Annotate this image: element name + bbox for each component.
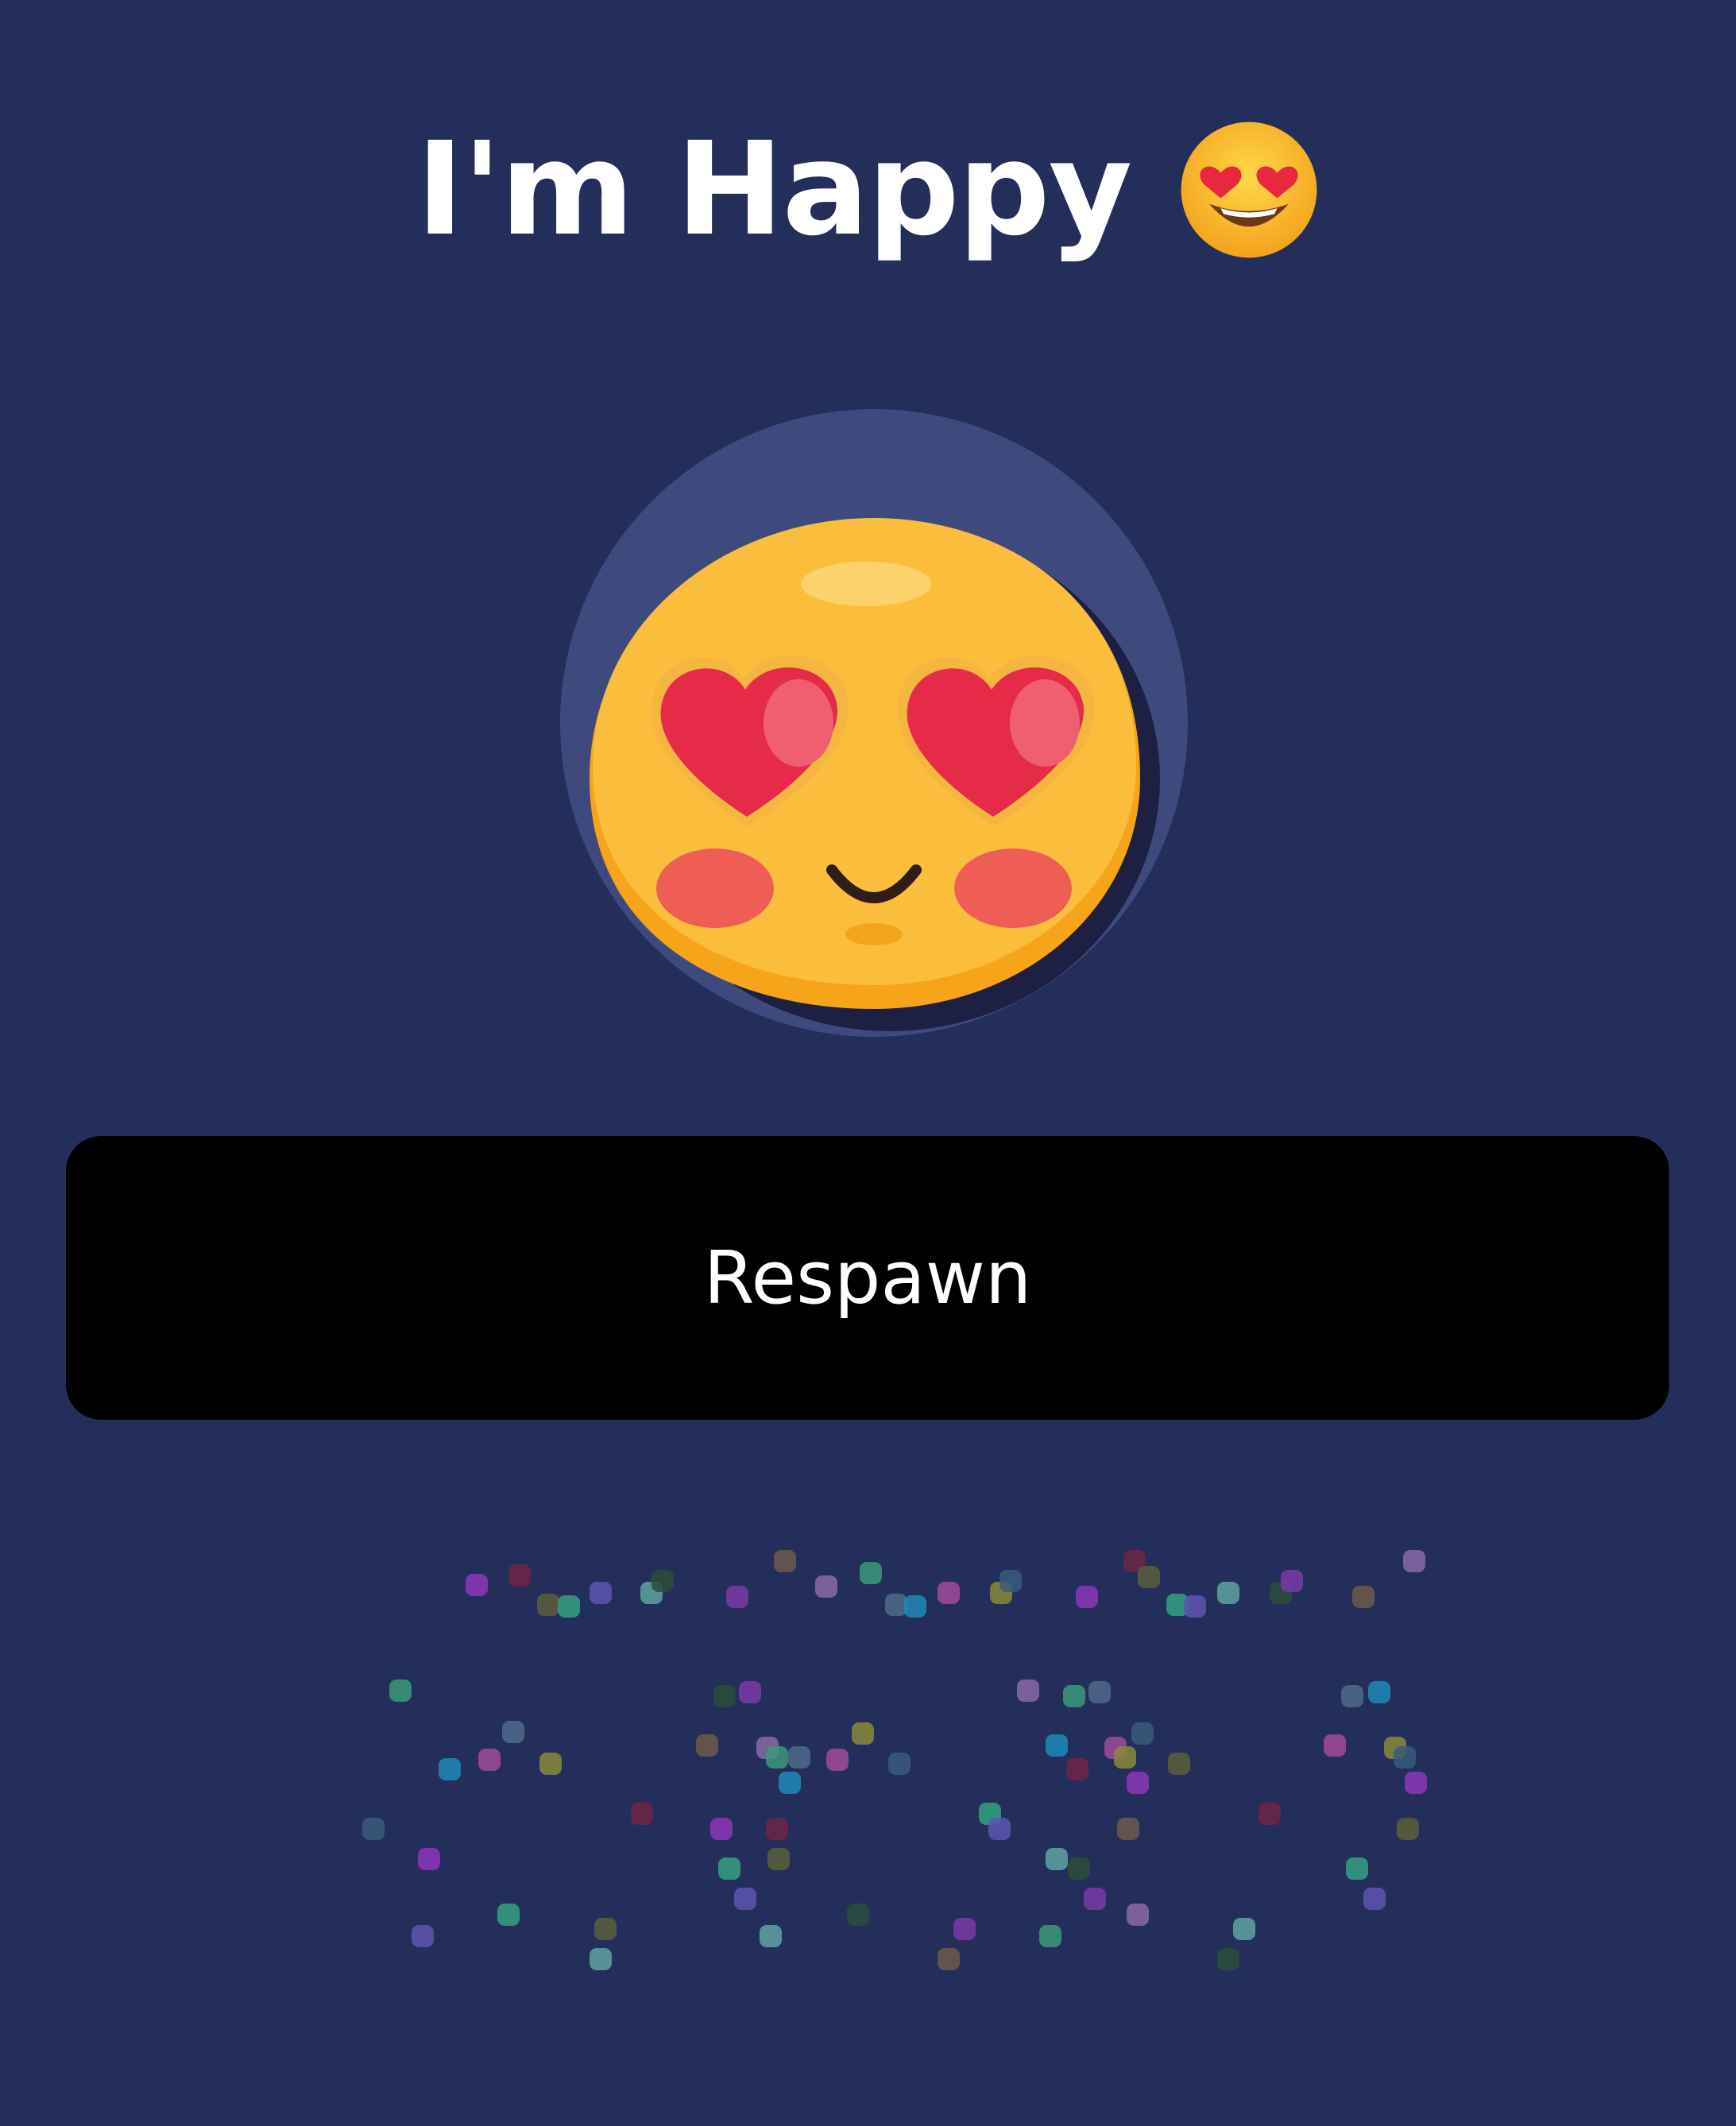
confetti-dot (999, 1570, 1022, 1592)
confetti-dot (1217, 1582, 1239, 1604)
confetti-dot (1394, 1746, 1416, 1768)
confetti-dot (418, 1848, 440, 1870)
confetti-dot (734, 1888, 756, 1910)
confetti-dot (1063, 1685, 1085, 1707)
confetti-dot (938, 1948, 960, 1970)
confetti-dot (1324, 1734, 1346, 1757)
confetti-dot (1076, 1586, 1098, 1608)
confetti-particles (0, 0, 1736, 2122)
confetti-dot (497, 1904, 520, 1926)
confetti-dot (1127, 1772, 1149, 1794)
confetti-dot (1088, 1681, 1111, 1703)
confetti-dot (1046, 1848, 1068, 1870)
confetti-dot (1405, 1772, 1427, 1794)
confetti-dot (558, 1595, 580, 1618)
confetti-dot (1368, 1681, 1390, 1703)
confetti-dot (1084, 1888, 1106, 1910)
confetti-dot (537, 1594, 559, 1616)
confetti-dot (696, 1734, 718, 1757)
confetti-dot (885, 1594, 907, 1616)
confetti-dot (508, 1564, 531, 1587)
confetti-dot (651, 1570, 674, 1592)
confetti-dot (726, 1586, 748, 1608)
confetti-dot (594, 1918, 617, 1940)
confetti-dot (718, 1857, 740, 1880)
confetti-dot (502, 1721, 524, 1743)
confetti-dot (760, 1925, 782, 1947)
confetti-dot (815, 1575, 837, 1598)
confetti-dot (788, 1746, 810, 1768)
confetti-dot (1281, 1570, 1303, 1592)
confetti-dot (938, 1582, 960, 1604)
confetti-dot (1403, 1550, 1425, 1572)
confetti-dot (904, 1595, 926, 1618)
confetti-dot (412, 1925, 434, 1947)
confetti-dot (1168, 1753, 1190, 1775)
confetti-dot (767, 1848, 790, 1870)
confetti-dot (1233, 1918, 1255, 1940)
confetti-dot (1346, 1857, 1368, 1880)
confetti-dot (1184, 1595, 1206, 1618)
confetti-dot (1039, 1925, 1061, 1947)
confetti-dot (779, 1772, 801, 1794)
confetti-dot (1131, 1722, 1154, 1745)
confetti-dot (478, 1749, 501, 1771)
confetti-dot (1217, 1948, 1239, 1970)
confetti-dot (389, 1680, 412, 1702)
confetti-dot (766, 1818, 788, 1840)
confetti-dot (1114, 1746, 1136, 1768)
confetti-dot (766, 1746, 788, 1768)
confetti-dot (953, 1918, 976, 1940)
confetti-dot (1259, 1803, 1281, 1825)
confetti-dot (1138, 1566, 1160, 1588)
confetti-dot (466, 1574, 488, 1596)
confetti-dot (860, 1562, 882, 1584)
confetti-dot (1068, 1857, 1090, 1880)
confetti-dot (1341, 1685, 1363, 1707)
confetti-dot (539, 1753, 562, 1775)
confetti-dot (710, 1818, 733, 1840)
confetti-dot (988, 1818, 1011, 1840)
confetti-dot (1046, 1734, 1068, 1757)
confetti-dot (774, 1550, 796, 1572)
confetti-dot (1397, 1818, 1419, 1840)
confetti-dot (852, 1722, 874, 1745)
confetti-dot (1127, 1904, 1149, 1926)
confetti-dot (1117, 1818, 1139, 1840)
confetti-dot (1066, 1758, 1088, 1780)
confetti-dot (1017, 1680, 1039, 1702)
confetti-dot (739, 1681, 761, 1703)
confetti-dot (1352, 1586, 1374, 1608)
confetti-dot (439, 1758, 461, 1780)
confetti-dot (631, 1803, 653, 1825)
confetti-dot (713, 1685, 736, 1707)
confetti-dot (1363, 1888, 1386, 1910)
confetti-dot (847, 1904, 869, 1926)
confetti-dot (888, 1753, 911, 1775)
confetti-dot (590, 1582, 612, 1604)
confetti-dot (590, 1948, 612, 1970)
confetti-dot (362, 1818, 385, 1840)
confetti-dot (826, 1749, 849, 1771)
